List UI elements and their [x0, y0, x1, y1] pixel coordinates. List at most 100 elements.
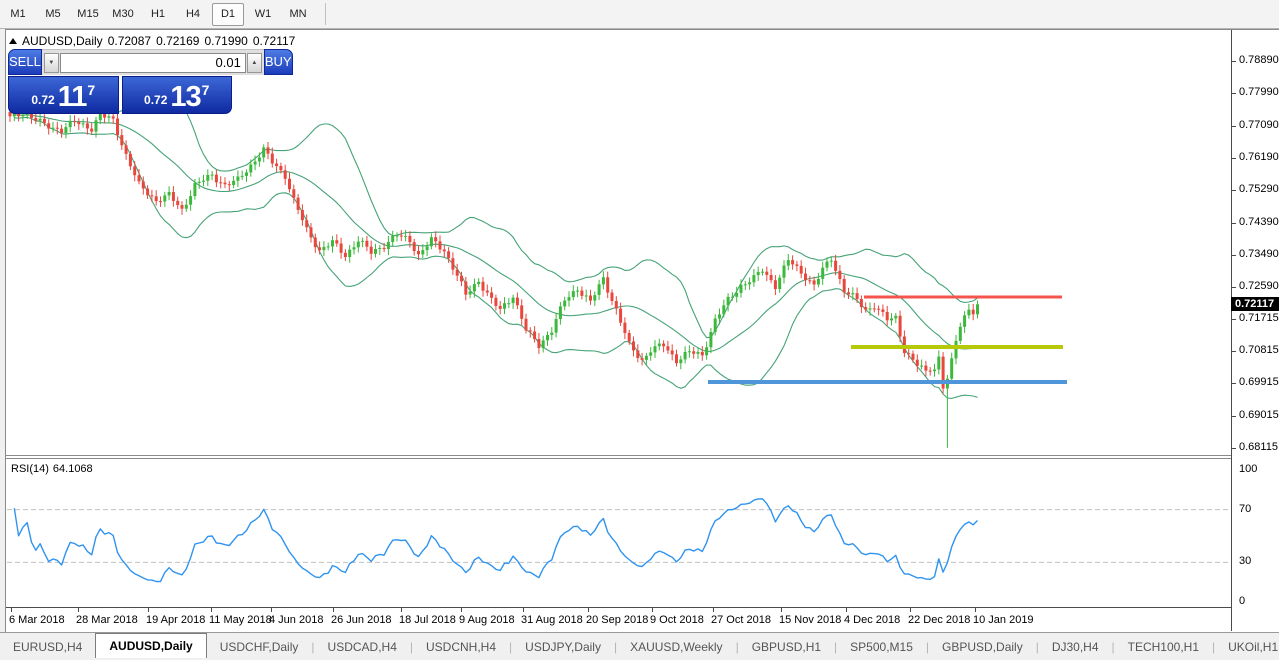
chart-tab-usdcad-h4[interactable]: USDCAD,H4: [315, 636, 410, 658]
timeframe-button-m5[interactable]: M5: [37, 3, 69, 26]
candle-body: [460, 275, 463, 282]
candle-body: [494, 297, 498, 306]
candle-body: [193, 183, 197, 197]
candle-body: [756, 271, 760, 276]
candle-body: [752, 275, 756, 283]
timeframe-button-h1[interactable]: H1: [142, 3, 174, 26]
lot-increase-icon[interactable]: ▲: [246, 52, 262, 73]
candle-body: [963, 315, 967, 327]
chart-tab-sp500-m15[interactable]: SP500,M15: [837, 636, 926, 658]
candle-body: [894, 315, 898, 319]
candle-body: [184, 204, 188, 209]
chart-tab-usdcnh-h4[interactable]: USDCNH,H4: [413, 636, 509, 658]
sell-button[interactable]: SELL: [8, 49, 42, 75]
candle-body: [374, 249, 377, 254]
buy-price-button[interactable]: 0.72 13 7: [121, 76, 232, 114]
candle-body: [958, 326, 962, 341]
candle-body: [498, 305, 502, 309]
chart-tab-usdchf-daily[interactable]: USDCHF,Daily: [207, 636, 312, 658]
candle-body: [288, 178, 291, 190]
ohlc-close: 0.72117: [252, 34, 296, 48]
candle-body: [795, 264, 799, 266]
chart-tab-ukoil-h1[interactable]: UKOil,H1: [1215, 636, 1279, 658]
candle-body: [335, 240, 339, 244]
candle-body: [679, 359, 683, 364]
candle-body: [885, 312, 889, 321]
candle-body: [77, 122, 81, 125]
chart-tab-tech100-h1[interactable]: TECH100,H1: [1115, 636, 1212, 658]
candle-body: [563, 300, 567, 307]
candle-body: [305, 220, 309, 228]
timeframe-button-w1[interactable]: W1: [247, 3, 279, 26]
timeframe-button-m1[interactable]: M1: [2, 3, 34, 26]
candle-body: [176, 200, 180, 206]
candle-body: [133, 166, 137, 176]
candle-body: [524, 318, 528, 331]
candle-body: [85, 123, 89, 129]
sell-price-button[interactable]: 0.72 11 7: [8, 76, 119, 114]
candle-body: [94, 120, 98, 132]
candle-body: [791, 260, 795, 265]
date-axis-tick: [652, 608, 653, 612]
price-axis[interactable]: 0.78890 0.77990 0.77090 0.76190 0.75290 0.743…: [1231, 30, 1279, 631]
candle-wick: [878, 305, 880, 316]
candle-wick: [486, 284, 488, 297]
candle-body: [761, 271, 764, 273]
candle-body: [73, 121, 76, 123]
one-click-toggle-icon[interactable]: [9, 38, 17, 44]
candle-body: [657, 343, 661, 347]
chart-tab-xauusd-weekly[interactable]: XAUUSD,Weekly: [617, 636, 735, 658]
date-axis-label: 6 Mar 2018: [9, 614, 65, 626]
date-axis-tick: [781, 608, 782, 612]
timeframe-button-h4[interactable]: H4: [177, 3, 209, 26]
candle-wick: [228, 180, 230, 192]
candle-wick: [508, 298, 510, 308]
candle-body: [442, 249, 446, 252]
candle-body: [644, 355, 648, 360]
timeframe-button-m15[interactable]: M15: [72, 3, 104, 26]
chart-tab-gbpusd-daily[interactable]: GBPUSD,Daily: [929, 636, 1036, 658]
candle-wick: [379, 245, 381, 256]
price-axis-label: 0.72590: [1239, 280, 1279, 292]
lot-decrease-icon[interactable]: ▼: [43, 52, 59, 73]
candle-body: [171, 192, 175, 201]
candle-body: [38, 118, 42, 121]
candle-body: [47, 123, 51, 129]
candle-body: [227, 184, 231, 186]
candle-body: [558, 306, 562, 319]
candle-body: [21, 114, 25, 117]
candle-body: [42, 118, 46, 124]
candle-body: [81, 123, 85, 125]
candle-wick: [383, 242, 385, 253]
lot-size-input[interactable]: [59, 52, 246, 73]
candle-body: [821, 267, 825, 279]
date-axis-tick: [78, 608, 79, 612]
buy-button[interactable]: BUY: [263, 49, 293, 75]
candle-body: [386, 242, 390, 249]
candle-body: [249, 164, 253, 173]
panel-splitter[interactable]: [6, 455, 1231, 459]
chart-tab-dj30-h4[interactable]: DJ30,H4: [1039, 636, 1112, 658]
candle-body: [722, 305, 726, 315]
timeframe-button-mn[interactable]: MN: [282, 3, 314, 26]
candle-body: [141, 181, 145, 189]
candle-body: [864, 307, 868, 310]
candle-body: [580, 290, 584, 296]
chart-tab-audusd-daily[interactable]: AUDUSD,Daily: [95, 633, 207, 658]
candle-body: [326, 246, 330, 248]
chart-tab-gbpusd-h1[interactable]: GBPUSD,H1: [739, 636, 834, 658]
candle-body: [309, 227, 313, 238]
date-axis[interactable]: 6 Mar 2018 28 Mar 2018 19 Apr 2018 11 May 2…: [6, 607, 1231, 631]
candle-body: [687, 351, 691, 353]
candle-body: [253, 161, 257, 165]
chart-tab-usdjpy-daily[interactable]: USDJPY,Daily: [512, 636, 614, 658]
timeframe-button-d1[interactable]: D1: [212, 2, 244, 26]
price-axis-label: 0.77990: [1239, 86, 1279, 98]
candle-body: [829, 260, 833, 262]
candle-body: [313, 237, 317, 248]
date-axis-label: 28 Mar 2018: [76, 614, 138, 626]
timeframe-button-m30[interactable]: M30: [107, 3, 139, 26]
chart-tab-eurusd-h4[interactable]: EURUSD,H4: [0, 636, 95, 658]
candle-wick: [203, 174, 204, 187]
candle-body: [907, 353, 911, 355]
